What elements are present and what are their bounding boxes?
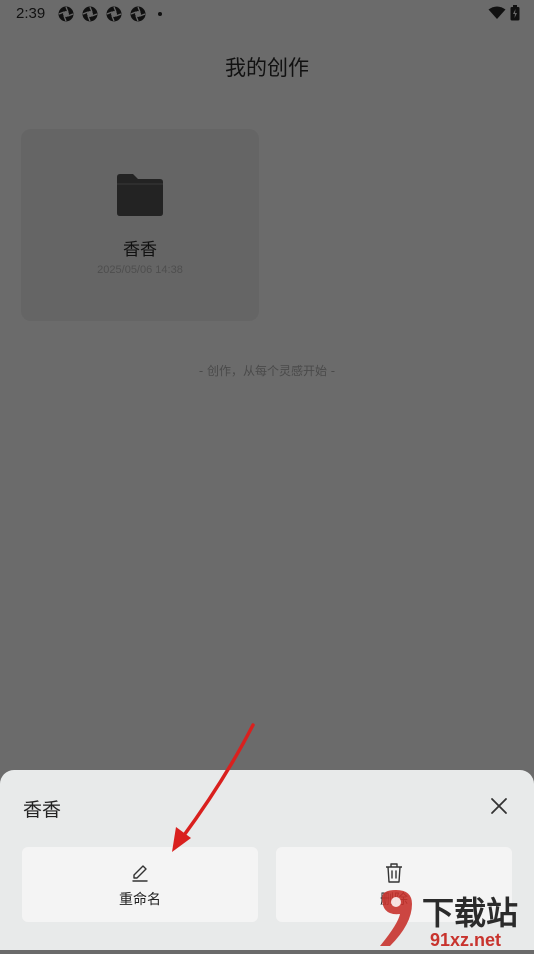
project-name: 香香 [123, 240, 157, 260]
watermark-logo: 下载站 91xz.net [376, 888, 534, 950]
project-card[interactable]: 香香 2025/05/06 14:38 [21, 129, 259, 321]
watermark-main-text: 下载站 [422, 894, 518, 932]
rename-label: 重命名 [119, 892, 161, 908]
trash-icon [386, 863, 402, 883]
battery-icon [510, 5, 520, 21]
sheet-title: 香香 [23, 799, 62, 821]
pencil-icon [132, 865, 148, 882]
page-title: 我的创作 [225, 56, 309, 80]
notification-icons [58, 6, 162, 22]
empty-hint: - 创作，从每个灵感开始 - [198, 364, 336, 378]
watermark-sub-text: 91xz.net [430, 930, 501, 950]
wifi-icon [488, 6, 506, 19]
folder-icon [117, 174, 163, 216]
close-icon[interactable] [486, 793, 512, 819]
more-notifications-dot [158, 12, 162, 16]
shutter-icon [106, 6, 122, 22]
watermark-badge-icon: 下载站 91xz.net [380, 890, 518, 950]
shutter-icon [82, 6, 98, 22]
status-bar: 2:39 [0, 0, 534, 28]
status-time: 2:39 [16, 5, 46, 22]
system-icons [488, 5, 520, 21]
shutter-icon [130, 6, 146, 22]
shutter-icon [58, 6, 74, 22]
rename-button[interactable]: 重命名 [22, 847, 258, 922]
project-date: 2025/05/06 14:38 [97, 264, 183, 276]
